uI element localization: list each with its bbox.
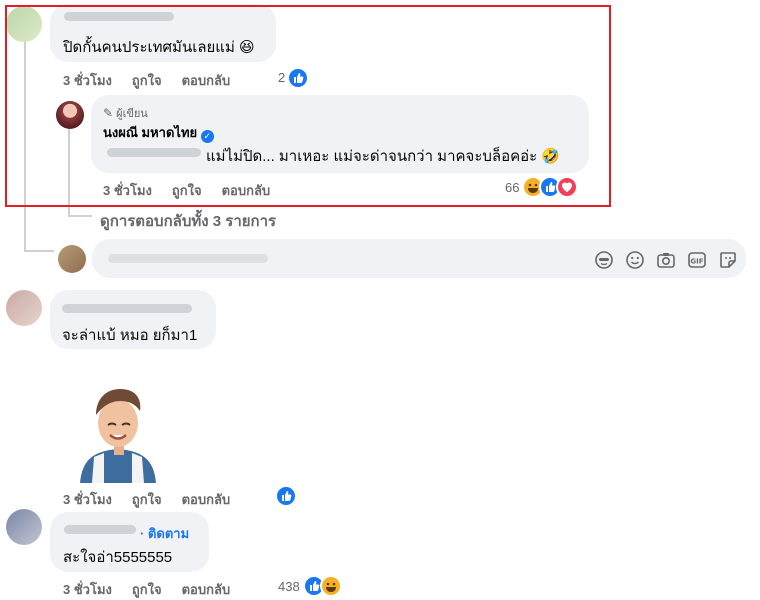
author-name-blurred[interactable] [62, 304, 192, 313]
reaction-count[interactable]: 438 [278, 579, 300, 594]
author-name-blurred[interactable] [64, 525, 136, 534]
timestamp[interactable]: 3 ชั่วโมง [63, 492, 112, 507]
gif-icon[interactable]: GIF [687, 250, 707, 270]
comment-text: จะล่าแบ้ หมอ ยก็มา1 [62, 327, 198, 344]
follow-link[interactable]: · ติดตาม [140, 523, 189, 544]
reply-button[interactable]: ตอบกลับ [182, 582, 231, 597]
like-reaction-icon[interactable] [275, 485, 297, 507]
timestamp[interactable]: 3 ชั่วโมง [63, 582, 112, 597]
avatar[interactable] [58, 245, 86, 273]
like-button[interactable]: ถูกใจ [132, 492, 162, 507]
avatar[interactable] [6, 509, 42, 545]
view-replies-link[interactable]: ดูการตอบกลับทั้ง 3 รายการ [100, 209, 276, 233]
avatar-sticker-image[interactable] [72, 385, 164, 483]
comment-bubble: · ติดตาม สะใจอ่า5555555 [50, 512, 209, 572]
comment-actions: 3 ชั่วโมง ถูกใจ ตอบกลับ [63, 579, 250, 600]
like-button[interactable]: ถูกใจ [132, 582, 162, 597]
emoji-icon[interactable] [625, 250, 645, 270]
reply-button[interactable]: ตอบกลับ [182, 492, 231, 507]
thread-line [68, 215, 92, 217]
composer-placeholder-blurred [108, 254, 268, 263]
sticker-icon[interactable] [718, 250, 738, 270]
haha-reaction-icon [320, 575, 342, 597]
highlight-box [5, 5, 611, 207]
reply-composer[interactable] [92, 239, 746, 278]
avatar[interactable] [6, 290, 42, 326]
svg-text:GIF: GIF [690, 258, 703, 266]
comment-actions: 3 ชั่วโมง ถูกใจ ตอบกลับ [63, 489, 250, 510]
avatar-sticker-icon[interactable] [594, 250, 614, 270]
comment-bubble: จะล่าแบ้ หมอ ยก็มา1 [50, 290, 216, 349]
camera-icon[interactable] [656, 250, 676, 270]
thread-line [24, 250, 54, 252]
comment-text: สะใจอ่า5555555 [63, 549, 173, 566]
